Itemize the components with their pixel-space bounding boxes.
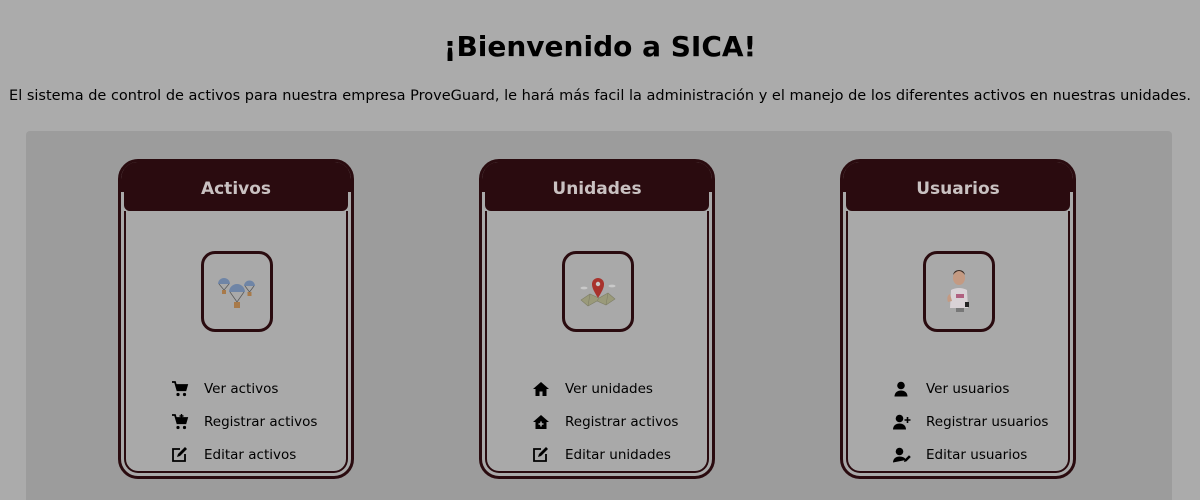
user-icon bbox=[894, 381, 908, 396]
link-label: Ver usuarios bbox=[926, 380, 1010, 397]
page: ¡Bienvenido a SICA! El sistema de contro… bbox=[0, 0, 1200, 500]
map-pin-icon bbox=[580, 278, 616, 307]
user-edit-icon bbox=[893, 447, 911, 462]
activos-image bbox=[201, 251, 273, 332]
cart-plus-icon bbox=[172, 413, 189, 429]
card-title: Activos bbox=[200, 179, 272, 199]
usuarios-image bbox=[923, 251, 995, 332]
editar-activos-link[interactable]: Editar activos bbox=[171, 438, 341, 471]
edit-icon bbox=[533, 446, 548, 462]
user-avatar-icon bbox=[947, 270, 969, 312]
editar-usuarios-link[interactable]: Editar usuarios bbox=[893, 438, 1063, 471]
registrar-activos-link[interactable]: Registrar activos bbox=[171, 405, 341, 438]
home-plus-icon bbox=[533, 414, 549, 429]
card-title: Unidades bbox=[552, 179, 642, 199]
ver-unidades-link[interactable]: Ver unidades bbox=[532, 372, 702, 405]
page-title: ¡Bienvenido a SICA! bbox=[443, 30, 757, 63]
link-label: Editar usuarios bbox=[926, 446, 1028, 463]
home-icon bbox=[533, 381, 549, 396]
card-unidades: Unidades Ver unidades Registrar activos … bbox=[479, 159, 715, 479]
registrar-usuarios-link[interactable]: Registrar usuarios bbox=[893, 405, 1063, 438]
card-usuarios: Usuarios Ver usuarios Registrar usuarios… bbox=[840, 159, 1076, 479]
unidades-image bbox=[562, 251, 634, 332]
user-plus-icon bbox=[893, 414, 911, 429]
link-label: Registrar usuarios bbox=[926, 413, 1049, 430]
link-label: Ver unidades bbox=[565, 380, 653, 397]
link-label: Registrar activos bbox=[565, 413, 679, 430]
edit-icon bbox=[172, 446, 187, 462]
ver-usuarios-link[interactable]: Ver usuarios bbox=[893, 372, 1063, 405]
editar-unidades-link[interactable]: Editar unidades bbox=[532, 438, 702, 471]
link-label: Registrar activos bbox=[204, 413, 318, 430]
activos-menu: Ver activos Registrar activos Editar act… bbox=[171, 372, 341, 471]
card-activos: Activos Ver activos Registrar activos Ed… bbox=[118, 159, 354, 479]
usuarios-menu: Ver usuarios Registrar usuarios Editar u… bbox=[893, 372, 1063, 471]
cart-icon bbox=[172, 380, 189, 396]
parachute-packages-icon bbox=[218, 278, 255, 308]
registrar-unidades-link[interactable]: Registrar activos bbox=[532, 405, 702, 438]
link-label: Ver activos bbox=[204, 380, 279, 397]
page-description: El sistema de control de activos para nu… bbox=[9, 88, 1191, 104]
card-title: Usuarios bbox=[916, 179, 1000, 199]
link-label: Editar unidades bbox=[565, 446, 671, 463]
link-label: Editar activos bbox=[204, 446, 297, 463]
unidades-menu: Ver unidades Registrar activos Editar un… bbox=[532, 372, 702, 471]
ver-activos-link[interactable]: Ver activos bbox=[171, 372, 341, 405]
